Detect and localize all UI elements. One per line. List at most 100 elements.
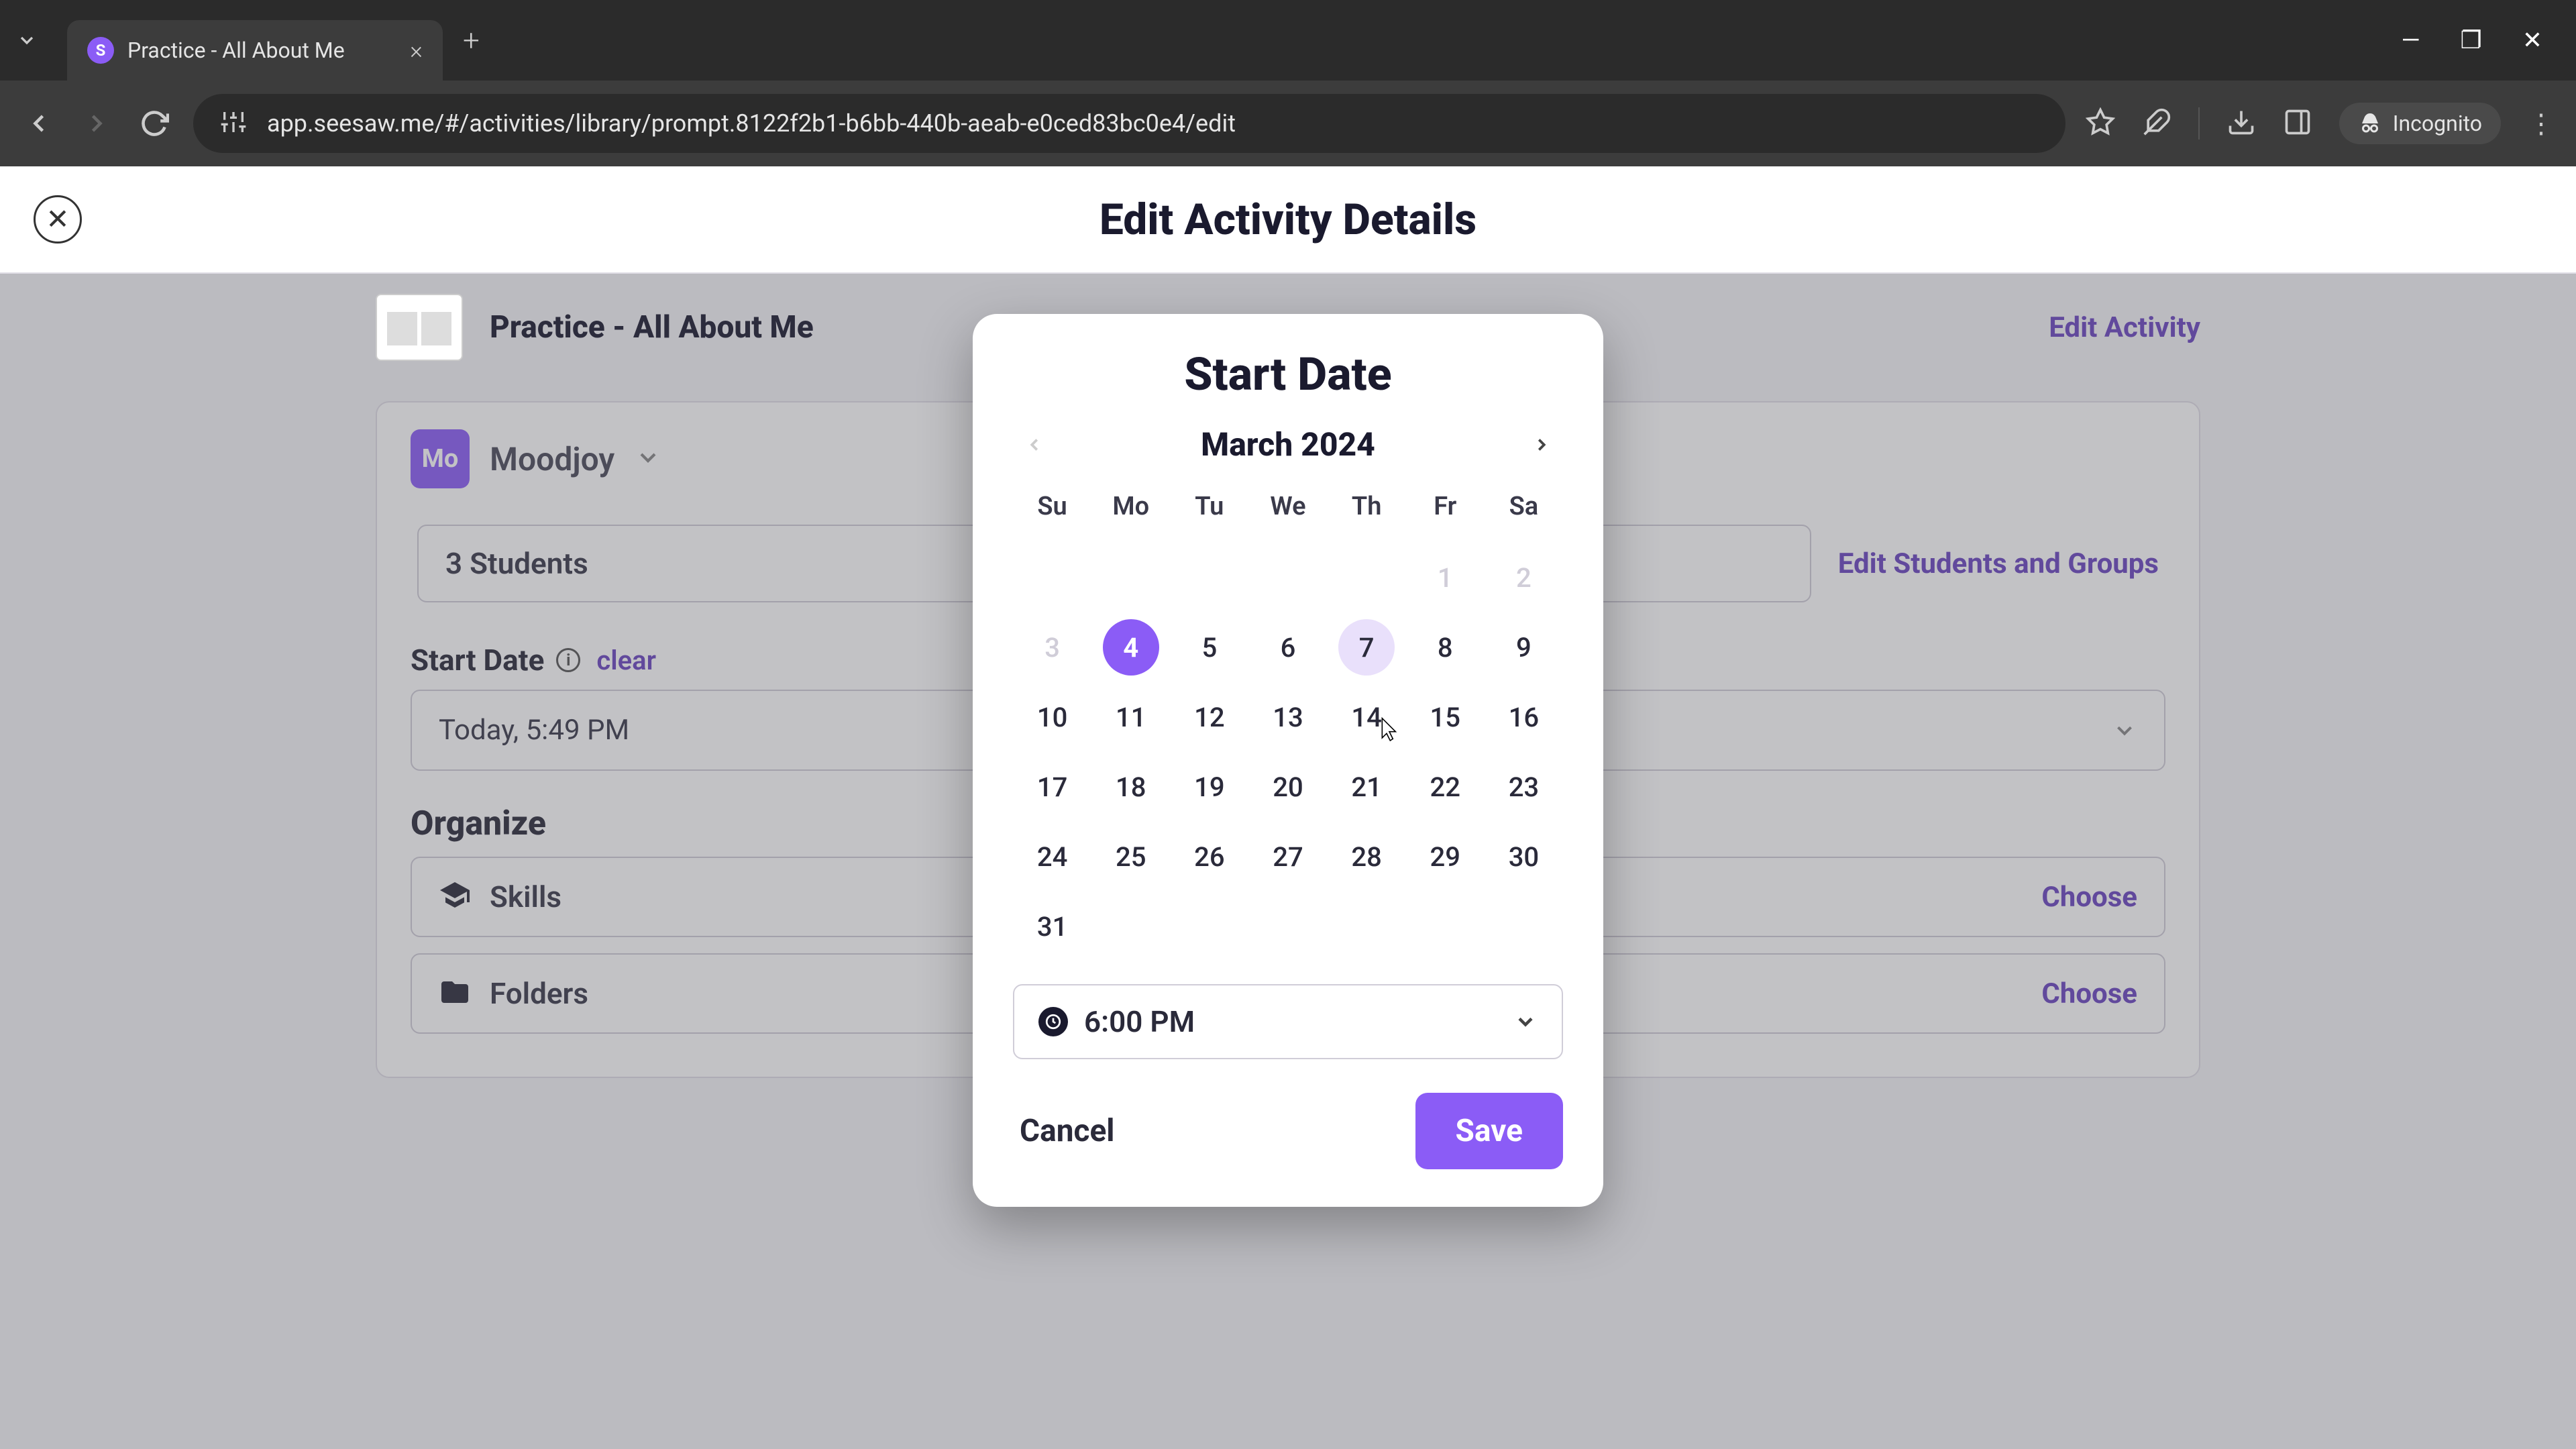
activity-thumbnail[interactable]	[376, 294, 463, 361]
prev-month-button[interactable]	[1020, 430, 1049, 460]
browser-tab-strip: S Practice - All About Me × + — ❐ ✕	[0, 0, 2576, 80]
day-cell-12[interactable]: 12	[1170, 682, 1248, 752]
day-cell-26[interactable]: 26	[1170, 822, 1248, 892]
day-cell-20[interactable]: 20	[1248, 752, 1327, 822]
day-cell-15[interactable]: 15	[1406, 682, 1485, 752]
day-cell-17[interactable]: 17	[1013, 752, 1091, 822]
day-cell-empty	[1013, 543, 1091, 612]
day-number: 30	[1495, 828, 1552, 885]
day-cell-empty	[1091, 543, 1170, 612]
calendar-week-row: 2425 26 27 282930	[1013, 822, 1563, 892]
day-number: 18	[1103, 759, 1159, 815]
day-number: 23	[1495, 759, 1552, 815]
day-number: 13	[1260, 689, 1316, 745]
reload-button[interactable]	[136, 105, 173, 142]
month-label: March 2024	[1201, 425, 1375, 464]
day-cell-8[interactable]: 8	[1406, 612, 1485, 682]
bookmark-icon[interactable]	[2086, 107, 2115, 140]
calendar-week-row: 1718 19 202122 23	[1013, 752, 1563, 822]
modal-save-button[interactable]: Save	[1415, 1093, 1563, 1169]
day-number: 8	[1417, 619, 1473, 676]
day-cell-29[interactable]: 29	[1406, 822, 1485, 892]
day-cell-empty	[1091, 892, 1170, 961]
day-cell-22[interactable]: 22	[1406, 752, 1485, 822]
modal-title: Start Date	[1013, 347, 1563, 401]
day-cell-11[interactable]: 11	[1091, 682, 1170, 752]
weekday-header: SuMoTuWeThFrSa	[1013, 484, 1563, 529]
day-cell-24[interactable]: 24	[1013, 822, 1091, 892]
modal-actions: Cancel Save	[1013, 1093, 1563, 1169]
browser-tab-active[interactable]: S Practice - All About Me ×	[67, 20, 443, 80]
day-number: 28	[1338, 828, 1395, 885]
day-cell-empty	[1248, 543, 1327, 612]
extensions-icon[interactable]	[2142, 107, 2171, 140]
window-close-icon[interactable]: ✕	[2522, 26, 2542, 54]
day-cell-13[interactable]: 13	[1248, 682, 1327, 752]
day-cell-6[interactable]: 6	[1248, 612, 1327, 682]
tab-search-dropdown[interactable]	[7, 20, 47, 60]
chevron-down-icon	[1513, 1010, 1538, 1034]
day-cell-empty	[1406, 892, 1485, 961]
tab-favicon: S	[87, 37, 114, 64]
day-cell-21[interactable]: 21	[1328, 752, 1406, 822]
side-panel-icon[interactable]	[2283, 107, 2312, 140]
incognito-label: Incognito	[2393, 111, 2482, 136]
forward-button[interactable]	[78, 105, 115, 142]
day-cell-25[interactable]: 25	[1091, 822, 1170, 892]
tab-title: Practice - All About Me	[127, 38, 396, 63]
window-maximize-icon[interactable]: ❐	[2461, 26, 2482, 54]
site-settings-icon[interactable]	[220, 109, 247, 138]
time-select[interactable]: 6:00 PM	[1013, 984, 1563, 1059]
day-number: 12	[1181, 689, 1238, 745]
day-number: 4	[1103, 619, 1159, 676]
day-number: 16	[1495, 689, 1552, 745]
day-number: 25	[1103, 828, 1159, 885]
day-cell-empty	[1328, 543, 1406, 612]
day-cell-3: 3	[1013, 612, 1091, 682]
day-number: 26	[1181, 828, 1238, 885]
day-number: 20	[1260, 759, 1316, 815]
new-tab-button[interactable]: +	[463, 23, 480, 58]
day-cell-7[interactable]: 7	[1328, 612, 1406, 682]
close-page-button[interactable]: ✕	[34, 195, 82, 244]
day-cell-2: 2	[1485, 543, 1563, 612]
weekday-th: Th	[1328, 484, 1406, 529]
window-minimize-icon[interactable]: —	[2401, 26, 2420, 54]
day-number: 27	[1260, 828, 1316, 885]
day-number: 19	[1181, 759, 1238, 815]
day-cell-31[interactable]: 31	[1013, 892, 1091, 961]
day-cell-9[interactable]: 9	[1485, 612, 1563, 682]
incognito-badge[interactable]: Incognito	[2339, 103, 2501, 144]
day-cell-empty	[1485, 892, 1563, 961]
day-cell-28[interactable]: 28	[1328, 822, 1406, 892]
day-cell-23[interactable]: 23	[1485, 752, 1563, 822]
calendar-week-row: 101112 13141516	[1013, 682, 1563, 752]
back-button[interactable]	[20, 105, 58, 142]
day-number: 9	[1495, 619, 1552, 676]
cancel-button[interactable]: Cancel	[1013, 1099, 1121, 1163]
url-text: app.seesaw.me/#/activities/library/promp…	[267, 109, 1236, 138]
day-cell-18[interactable]: 18	[1091, 752, 1170, 822]
downloads-icon[interactable]	[2226, 107, 2256, 140]
day-cell-30[interactable]: 30	[1485, 822, 1563, 892]
tab-close-icon[interactable]: ×	[410, 36, 423, 64]
weekday-fr: Fr	[1406, 484, 1485, 529]
day-cell-5[interactable]: 5	[1170, 612, 1248, 682]
day-cell-14[interactable]: 14	[1328, 682, 1406, 752]
day-cell-empty	[1328, 892, 1406, 961]
day-number: 6	[1260, 619, 1316, 676]
page-title: Edit Activity Details	[1099, 195, 1477, 245]
day-cell-10[interactable]: 10	[1013, 682, 1091, 752]
weekday-su: Su	[1013, 484, 1091, 529]
day-number: 7	[1338, 619, 1395, 676]
browser-menu-icon[interactable]: ⋮	[2528, 108, 2556, 140]
day-cell-16[interactable]: 16	[1485, 682, 1563, 752]
day-cell-27[interactable]: 27	[1248, 822, 1327, 892]
day-cell-4[interactable]: 4	[1091, 612, 1170, 682]
next-month-button[interactable]	[1527, 430, 1556, 460]
day-cell-19[interactable]: 19	[1170, 752, 1248, 822]
toolbar-separator	[2198, 107, 2200, 140]
url-bar[interactable]: app.seesaw.me/#/activities/library/promp…	[193, 94, 2065, 153]
day-number: 22	[1417, 759, 1473, 815]
calendar-week-row: 3456789	[1013, 612, 1563, 682]
